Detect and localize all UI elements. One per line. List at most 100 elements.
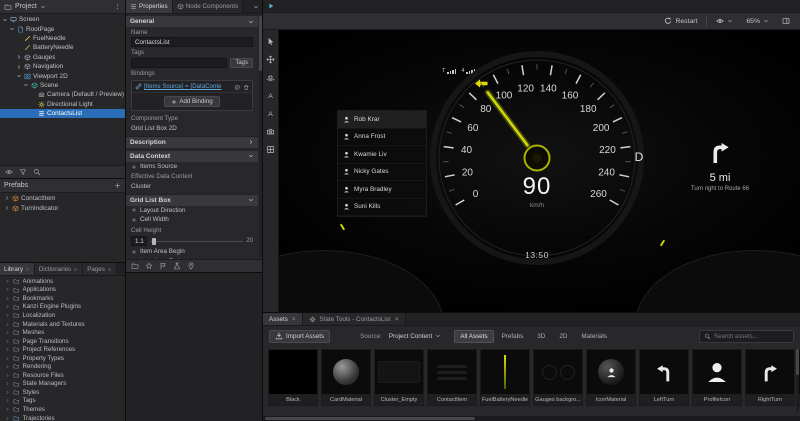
flag-icon[interactable] [159, 262, 167, 270]
menu-dots-icon[interactable] [114, 3, 121, 10]
close-tab-icon[interactable] [394, 316, 400, 322]
block-icon[interactable] [234, 84, 241, 91]
contact-item-nicky-gates[interactable]: Nicky Gates [338, 164, 426, 182]
layout-direction-row[interactable]: Layout Direction [126, 206, 258, 216]
asset-tile-black[interactable]: Black [268, 349, 318, 406]
tree-caret-icon[interactable] [5, 322, 10, 327]
asset-tile-profileicon[interactable]: ProfileIcon [692, 349, 742, 406]
add-folder-button[interactable] [131, 262, 139, 270]
asset-tile-contactitem[interactable]: ContactItem [427, 349, 477, 406]
tree-item-screen[interactable]: Screen [0, 15, 125, 24]
close-icon[interactable] [291, 316, 297, 322]
library-item-tags[interactable]: Tags [0, 397, 125, 406]
tree-caret-icon[interactable] [5, 313, 10, 318]
library-tab-library[interactable]: Library [0, 263, 35, 275]
library-item-state-managers[interactable]: State Managers [0, 380, 125, 389]
tree-item-batteryneedle[interactable]: BatteryNeedle [0, 43, 125, 52]
experimental-button[interactable] [173, 262, 181, 270]
filter-3d[interactable]: 3D [531, 330, 551, 343]
orbit-tool[interactable] [265, 71, 277, 83]
library-item-page-transitions[interactable]: Page Transitions [0, 337, 125, 346]
tree-caret-icon[interactable] [16, 73, 22, 79]
annotate-tool-icon[interactable]: A [266, 109, 275, 118]
pan-tool-icon[interactable] [266, 55, 275, 64]
filter-materials[interactable]: Materials [575, 330, 613, 343]
asset-search-input[interactable] [714, 333, 789, 340]
close-tab-icon[interactable] [73, 267, 78, 272]
tree-caret-icon[interactable] [16, 54, 22, 60]
prefab-item-turnindicator[interactable]: TurnIndicator [0, 203, 125, 213]
tree-item-gauges[interactable]: Gauges [0, 53, 125, 62]
tags-input[interactable] [131, 58, 227, 68]
disable-binding-button[interactable] [234, 84, 241, 91]
tree-caret-icon[interactable] [5, 347, 10, 352]
asset-tile-rightturn[interactable]: RightTurn [745, 349, 795, 406]
wireframe-tool-icon[interactable] [266, 145, 275, 154]
layout-toggle-button[interactable] [778, 15, 794, 28]
annotate-tool[interactable]: A [265, 107, 277, 119]
scrollbar-thumb[interactable] [259, 16, 262, 71]
tree-item-contactslist[interactable]: ContactsList [0, 109, 125, 118]
pan-tool[interactable] [265, 53, 277, 65]
library-item-rendering[interactable]: Rendering [0, 362, 125, 371]
filter-button[interactable] [19, 168, 27, 176]
tree-caret-icon[interactable] [4, 195, 10, 201]
search-icon[interactable] [33, 168, 41, 176]
source-select[interactable]: Project Content [386, 330, 444, 343]
assets-horizontal-scrollbar[interactable] [263, 416, 800, 421]
tree-caret-icon[interactable] [5, 381, 10, 386]
funnel-icon[interactable] [19, 168, 27, 176]
tree-item-directional-light[interactable]: Directional Light [0, 100, 125, 109]
flag-button[interactable] [159, 262, 167, 270]
tree-item-rootpage[interactable]: RootPage [0, 24, 125, 33]
plus-icon[interactable] [114, 182, 121, 189]
library-tab-pages[interactable]: Pages [83, 263, 117, 275]
library-item-materials-and-textures[interactable]: Materials and Textures [0, 320, 125, 329]
favorites-button[interactable] [145, 262, 153, 270]
contact-item-suni-kills[interactable]: Suni Kills [338, 199, 426, 217]
tree-caret-icon[interactable] [5, 356, 10, 361]
panel-menu-button[interactable] [253, 0, 262, 13]
library-item-trajectories[interactable]: Trajectories [0, 414, 125, 421]
scrollbar-thumb[interactable] [796, 349, 799, 375]
prefab-item-contactitem[interactable]: ContactItem [0, 193, 125, 203]
library-item-property-types[interactable]: Property Types [0, 354, 125, 363]
contact-item-rob-krar[interactable]: Rob Krar [338, 111, 426, 129]
asset-tile-leftturn[interactable]: LeftTurn [639, 349, 689, 406]
properties-scrollbar[interactable] [259, 16, 262, 257]
section-description[interactable]: Description [126, 136, 258, 148]
restart-button[interactable]: Restart [660, 15, 701, 28]
project-panel-menu[interactable] [114, 3, 121, 10]
asset-tile-iconmaterial[interactable]: IconMaterial [586, 349, 636, 406]
item-area-end-row[interactable]: Item Area End [126, 257, 258, 259]
wireframe-tool[interactable] [265, 143, 277, 155]
items-source-row[interactable]: Items Source [126, 162, 258, 172]
tree-caret-icon[interactable] [5, 364, 10, 369]
library-item-project-references[interactable]: Project References [0, 345, 125, 354]
scrollbar-thumb[interactable] [265, 417, 475, 420]
contact-item-kwamie-liv[interactable]: Kwamie Liv [338, 146, 426, 164]
chevron-down-icon[interactable] [253, 4, 259, 10]
tree-caret-icon[interactable] [5, 398, 10, 403]
section-data-context[interactable]: Data Context [126, 150, 258, 162]
close-tab-icon[interactable] [291, 316, 297, 322]
name-input[interactable]: ContactsList [131, 37, 253, 47]
flask-icon[interactable] [173, 262, 181, 270]
filter-prefabs[interactable]: Prefabs [496, 330, 530, 343]
camera-tool-icon[interactable] [266, 127, 275, 136]
library-item-kanzi-engine-plugins[interactable]: Kanzi Engine Plugins [0, 303, 125, 312]
orbit-tool-icon[interactable] [266, 73, 275, 82]
cell-height-input[interactable]: 1.1 [131, 236, 147, 246]
tree-item-viewport-2d[interactable]: Viewport 2D [0, 71, 125, 80]
tree-caret-icon[interactable] [23, 82, 29, 88]
tree-caret-icon[interactable] [5, 330, 10, 335]
add-prefab-button[interactable] [114, 182, 121, 189]
tab-node-components[interactable]: Node Components [173, 0, 244, 13]
zoom-select[interactable]: 65% [742, 15, 773, 28]
tree-caret-icon[interactable] [2, 17, 8, 23]
eye-icon[interactable] [5, 168, 13, 176]
align-tool[interactable]: A [265, 89, 277, 101]
library-item-applications[interactable]: Applications [0, 286, 125, 295]
add-binding-button[interactable]: Add Binding [164, 96, 219, 107]
close-tab-icon[interactable] [107, 267, 112, 272]
